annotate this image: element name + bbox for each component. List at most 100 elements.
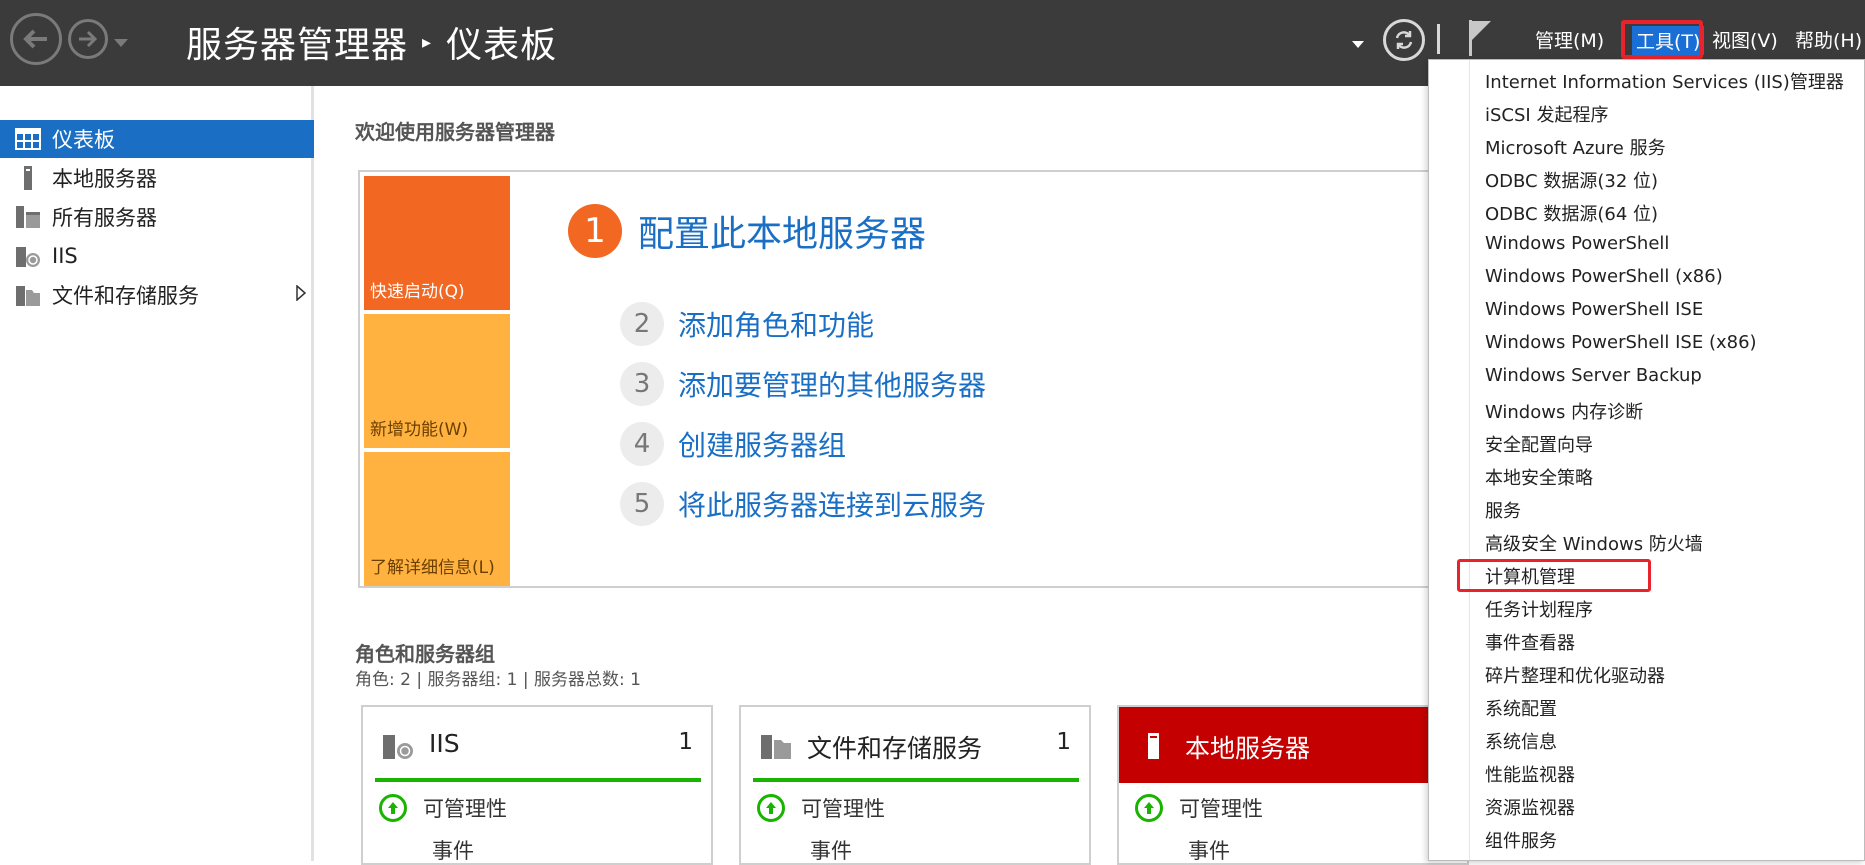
- status-line: [375, 778, 701, 782]
- sidebar-item-label: 所有服务器: [52, 206, 157, 230]
- menu-item-memory-diagnostic[interactable]: Windows 内存诊断: [1485, 398, 1643, 424]
- menu-item-system-config[interactable]: 系统配置: [1485, 695, 1557, 721]
- iis-icon: [383, 735, 413, 759]
- iis-icon: [16, 247, 40, 267]
- row-label: 可管理性: [801, 797, 885, 821]
- step-link[interactable]: 添加要管理的其他服务器: [678, 364, 986, 404]
- roles-heading: 角色和服务器组: [355, 642, 495, 666]
- step-number: 1: [568, 204, 622, 258]
- step-link[interactable]: 添加角色和功能: [678, 304, 874, 344]
- sidebar-item-label: 本地服务器: [52, 167, 157, 191]
- role-card-iis[interactable]: IIS 1 可管理性 事件: [361, 705, 713, 865]
- card-title: 文件和存储服务: [807, 734, 983, 763]
- step-link[interactable]: 将此服务器连接到云服务: [678, 484, 986, 524]
- menu-item-odbc32[interactable]: ODBC 数据源(32 位): [1485, 167, 1658, 193]
- sidebar-item-label: IIS: [52, 244, 78, 268]
- sidebar-item-file-storage[interactable]: 文件和存储服务: [0, 276, 314, 314]
- card-count: 1: [678, 729, 693, 755]
- card-title: IIS: [429, 729, 460, 758]
- menu-item-component-services[interactable]: 组件服务: [1485, 827, 1557, 853]
- sidebar-item-local-server[interactable]: 本地服务器: [0, 159, 314, 197]
- storage-icon: [16, 286, 40, 306]
- back-arrow-icon: [23, 29, 47, 49]
- manageability-row[interactable]: 可管理性: [757, 793, 885, 823]
- step-number: 2: [620, 302, 664, 346]
- step-add-roles[interactable]: 2 添加角色和功能: [620, 302, 874, 346]
- sidebar-item-all-servers[interactable]: 所有服务器: [0, 198, 314, 236]
- step-number: 5: [620, 482, 664, 526]
- servers-icon: [16, 206, 40, 228]
- step-connect-cloud[interactable]: 5 将此服务器连接到云服务: [620, 482, 986, 526]
- menu-item-powershell-ise[interactable]: Windows PowerShell ISE: [1485, 299, 1703, 320]
- menu-item-security-wizard[interactable]: 安全配置向导: [1485, 431, 1593, 457]
- step-link[interactable]: 创建服务器组: [678, 424, 846, 464]
- card-count: 1: [1056, 729, 1071, 755]
- menu-item-defrag[interactable]: 碎片整理和优化驱动器: [1485, 662, 1665, 688]
- card-header: 文件和存储服务 1: [741, 707, 1089, 783]
- menu-item-performance-monitor[interactable]: 性能监视器: [1485, 761, 1575, 787]
- status-line: [753, 778, 1079, 782]
- chevron-down-icon: [114, 39, 128, 47]
- step-create-group[interactable]: 4 创建服务器组: [620, 422, 846, 466]
- menu-item-firewall[interactable]: 高级安全 Windows 防火墙: [1485, 530, 1703, 556]
- menu-item-powershell-ise-x86[interactable]: Windows PowerShell ISE (x86): [1485, 332, 1757, 353]
- menu-item-local-security-policy[interactable]: 本地安全策略: [1485, 464, 1593, 490]
- step-number: 4: [620, 422, 664, 466]
- refresh-button[interactable]: [1383, 19, 1425, 61]
- page-title: 仪表板: [446, 25, 558, 66]
- row-label: 可管理性: [1179, 797, 1263, 821]
- menu-item-azure[interactable]: Microsoft Azure 服务: [1485, 134, 1666, 160]
- breadcrumb: 服务器管理器 ▸ 仪表板: [186, 16, 557, 68]
- manageability-row[interactable]: 可管理性: [379, 793, 507, 823]
- menu-item-iscsi[interactable]: iSCSI 发起程序: [1485, 101, 1608, 127]
- storage-icon: [761, 735, 791, 759]
- menu-item-iis-manager[interactable]: Internet Information Services (IIS)管理器: [1485, 68, 1844, 94]
- menu-item-resource-monitor[interactable]: 资源监视器: [1485, 794, 1575, 820]
- chevron-down-icon: [1352, 41, 1364, 48]
- step-configure-local-server[interactable]: 1 配置此本地服务器: [568, 204, 926, 258]
- sidebar-item-dashboard[interactable]: 仪表板: [0, 120, 314, 158]
- row-label: 可管理性: [423, 797, 507, 821]
- menu-help[interactable]: 帮助(H): [1795, 26, 1862, 53]
- dashboard-icon: [15, 128, 41, 150]
- menu-manage[interactable]: 管理(M): [1535, 26, 1604, 53]
- sidebar-item-label: 仪表板: [52, 128, 115, 152]
- menu-item-powershell-x86[interactable]: Windows PowerShell (x86): [1485, 266, 1723, 287]
- menu-gutter: [1469, 60, 1470, 860]
- history-dropdown-button[interactable]: [114, 34, 128, 53]
- server-icon: [1148, 733, 1159, 759]
- menu-item-task-scheduler[interactable]: 任务计划程序: [1485, 596, 1593, 622]
- status-up-icon: [1135, 794, 1163, 822]
- role-card-file-storage[interactable]: 文件和存储服务 1 可管理性 事件: [739, 705, 1091, 865]
- menu-item-odbc64[interactable]: ODBC 数据源(64 位): [1485, 200, 1658, 226]
- role-card-local-server[interactable]: 本地服务器 可管理性 事件: [1117, 705, 1469, 865]
- menu-item-event-viewer[interactable]: 事件查看器: [1485, 629, 1575, 655]
- forward-button[interactable]: [68, 19, 108, 59]
- card-title: 本地服务器: [1185, 734, 1311, 763]
- tile-whats-new[interactable]: 新增功能(W): [364, 314, 510, 448]
- status-up-icon: [757, 794, 785, 822]
- back-button[interactable]: [10, 13, 62, 65]
- flag-icon: [1469, 20, 1491, 56]
- tile-label: 新增功能(W): [370, 420, 469, 440]
- sidebar-item-label: 文件和存储服务: [52, 284, 199, 308]
- forward-arrow-icon: [79, 30, 98, 48]
- menu-item-server-backup[interactable]: Windows Server Backup: [1485, 365, 1702, 386]
- sidebar-item-iis[interactable]: IIS: [0, 237, 314, 275]
- tile-quick-start[interactable]: 快速启动(Q): [364, 176, 510, 310]
- menu-item-services[interactable]: 服务: [1485, 497, 1521, 523]
- toolbar-divider: [1437, 24, 1440, 54]
- menu-item-powershell[interactable]: Windows PowerShell: [1485, 233, 1669, 254]
- breadcrumb-dropdown-button[interactable]: [1352, 34, 1364, 53]
- step-add-servers[interactable]: 3 添加要管理的其他服务器: [620, 362, 986, 406]
- expand-arrow-icon[interactable]: [296, 285, 306, 301]
- server-icon: [24, 166, 32, 190]
- app-title: 服务器管理器: [186, 25, 409, 66]
- menu-view[interactable]: 视图(V): [1712, 26, 1778, 53]
- tile-label: 了解详细信息(L): [370, 558, 495, 578]
- notifications-button[interactable]: [1467, 18, 1493, 62]
- manageability-row[interactable]: 可管理性: [1135, 793, 1263, 823]
- step-link[interactable]: 配置此本地服务器: [638, 205, 926, 257]
- menu-item-system-info[interactable]: 系统信息: [1485, 728, 1557, 754]
- tile-learn-more[interactable]: 了解详细信息(L): [364, 452, 510, 586]
